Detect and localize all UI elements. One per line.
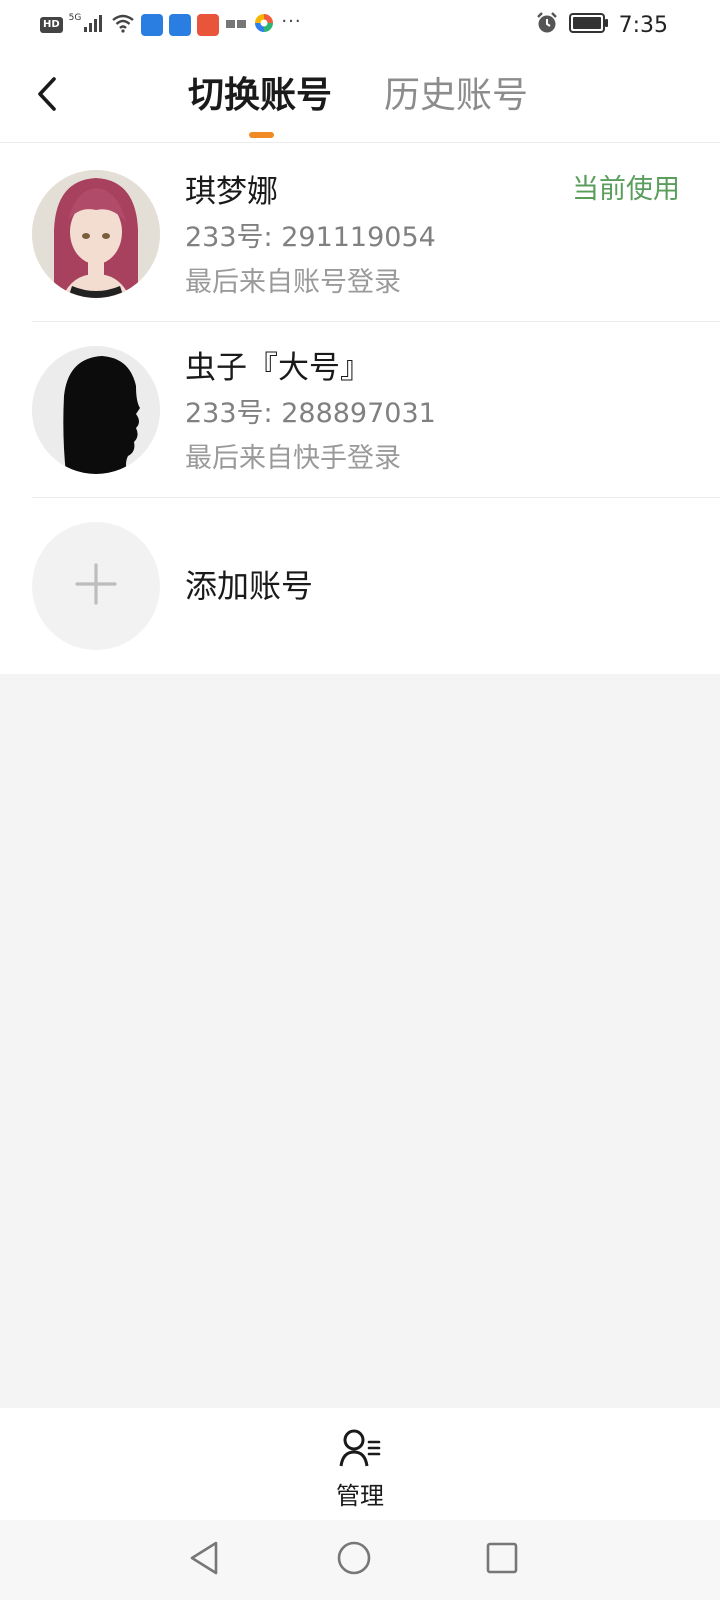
account-name: 虫子『大号』: [185, 350, 371, 386]
signal-icon: [83, 13, 105, 37]
account-id: 233号: 288897031: [185, 398, 436, 429]
circle-home-icon: [336, 1540, 372, 1580]
nav-back-button[interactable]: [180, 1538, 228, 1582]
plus-icon: [74, 562, 118, 610]
account-login-source: 最后来自快手登录: [185, 443, 401, 474]
account-login-source: 最后来自账号登录: [185, 267, 401, 298]
colorful-app-icon: [253, 12, 275, 38]
tab-history-account[interactable]: 历史账号: [384, 72, 528, 120]
qq-app-icon: [141, 14, 164, 36]
current-account-badge: 当前使用: [572, 174, 680, 205]
video-app-icon: [197, 14, 220, 36]
bottom-action-bar: 管理: [0, 1408, 720, 1520]
network-type-label: 5G: [68, 13, 82, 23]
more-notifications-icon: ···: [281, 10, 302, 32]
alarm-icon: [535, 11, 559, 39]
avatar: [32, 346, 160, 474]
account-item-1[interactable]: 琪梦娜 233号: 291119054 最后来自账号登录 当前使用: [0, 146, 720, 322]
manage-label: 管理: [336, 1482, 384, 1510]
add-account-button[interactable]: 添加账号: [0, 498, 720, 674]
triangle-back-icon: [187, 1540, 221, 1580]
hd-badge: HD: [40, 17, 63, 33]
qq-app-icon-2: [169, 14, 192, 36]
avatar: [32, 170, 160, 298]
manage-button[interactable]: 管理: [318, 1428, 402, 1510]
account-item-2[interactable]: 虫子『大号』 233号: 288897031 最后来自快手登录: [0, 322, 720, 498]
back-button[interactable]: [22, 68, 72, 124]
clock-time: 7:35: [618, 12, 668, 38]
tab-switch-account[interactable]: 切换账号: [188, 72, 332, 120]
account-id: 233号: 291119054: [185, 222, 436, 253]
chevron-left-icon: [35, 76, 59, 116]
nav-recents-button[interactable]: [478, 1538, 526, 1582]
header-bar: 切换账号 历史账号: [0, 50, 720, 143]
status-bar-left: HD 5G ···: [40, 10, 302, 38]
nav-home-button[interactable]: [330, 1538, 378, 1582]
status-bar-right: 7:35: [535, 12, 668, 38]
account-name: 琪梦娜: [185, 174, 278, 210]
system-nav-bar: [0, 1520, 720, 1600]
add-account-circle: [32, 522, 160, 650]
battery-icon: [568, 12, 609, 38]
empty-content-area: [0, 674, 720, 1408]
status-bar: HD 5G ··· 7:35: [0, 0, 720, 50]
square-recents-icon: [485, 1541, 519, 1579]
active-tab-indicator: [249, 132, 274, 138]
wifi-icon: [111, 13, 135, 37]
add-account-label: 添加账号: [185, 567, 314, 605]
app-notification-icon: [225, 16, 247, 35]
user-manage-icon: [338, 1429, 382, 1472]
